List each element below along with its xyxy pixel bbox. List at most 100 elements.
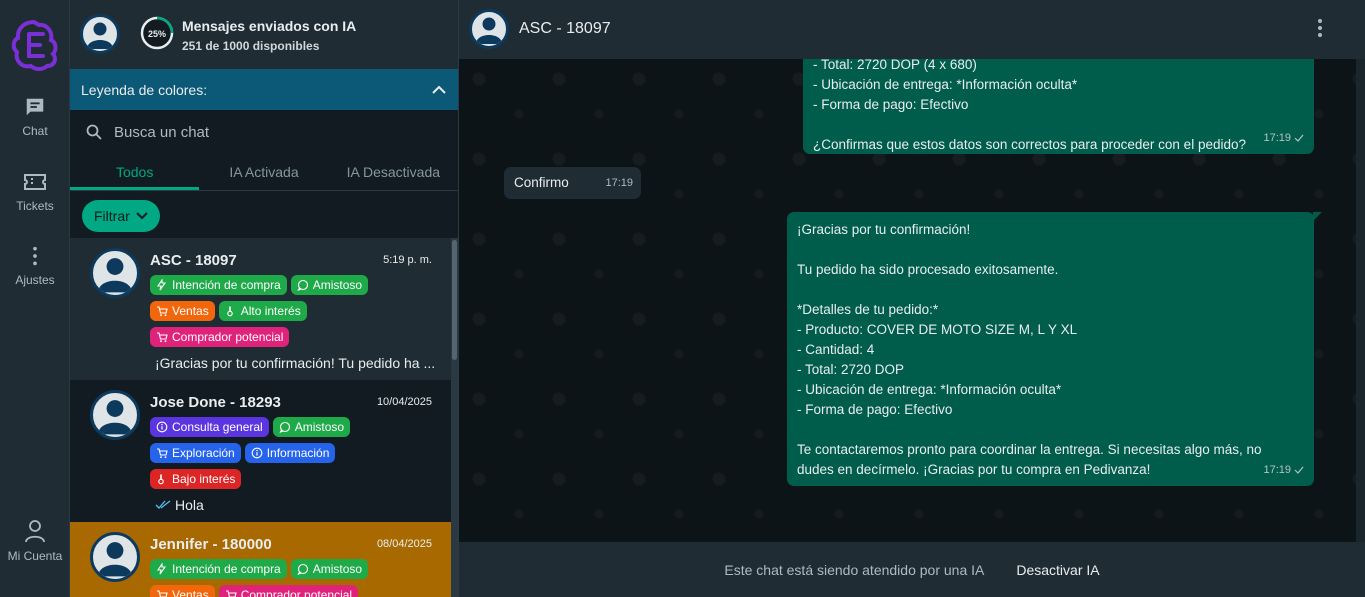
chat-bubble-icon (297, 563, 308, 575)
status-badge: Comprador potencial (218, 585, 359, 597)
chat-preview-text: Hola (175, 497, 204, 513)
conversation-header: ASC - 18097 (459, 0, 1365, 59)
status-badge: Comprador potencial (150, 327, 290, 347)
status-badge: Exploración (150, 443, 241, 463)
bubble-tail (1313, 212, 1322, 221)
search-icon (86, 124, 102, 140)
nav-tickets[interactable]: Tickets (0, 171, 70, 213)
message-bubble-2: ¡Gracias por tu confirmación! Tu pedido h… (787, 212, 1322, 486)
tag-label: Comprador potencial (172, 330, 284, 344)
message-bubble-0: - Total: 2720 DOP (4 x 680) - Ubicación d… (803, 59, 1314, 154)
tag-label: Intención de compra (172, 278, 281, 292)
thermometer-icon (226, 306, 233, 317)
info-icon (156, 421, 168, 433)
chat-name: Jennifer - 180000 (150, 536, 272, 553)
message-line (797, 240, 1304, 260)
double-check-icon (155, 500, 171, 509)
tag-label: Amistoso (312, 278, 363, 292)
tag-row: Exploración Información (150, 443, 336, 463)
message-time: 17:19 (605, 177, 633, 189)
cart-icon (157, 332, 168, 343)
chat-time: 08/04/2025 (376, 538, 432, 550)
status-badge: Intención de compra (150, 559, 287, 579)
legend-label: Leyenda de colores: (81, 81, 208, 98)
tag-row: Comprador potencial (150, 327, 290, 347)
status-badge: Bajo interés (150, 469, 242, 489)
tab-todos[interactable]: Todos (70, 154, 200, 190)
user-avatar-icon (98, 258, 132, 293)
message-area[interactable]: - Total: 2720 DOP (4 x 680) - Ubicación d… (459, 59, 1365, 542)
tab-ia-activada[interactable]: IA Activada (199, 154, 328, 190)
message-text: Confirmo (514, 175, 569, 190)
user-avatar[interactable] (80, 14, 120, 54)
contact-avatar[interactable] (469, 9, 509, 49)
tag-row: Intención de compra Amistoso (150, 559, 369, 579)
status-badge: Información (244, 443, 336, 463)
info-icon (251, 447, 263, 459)
conversation-title: ASC - 18097 (519, 20, 611, 37)
color-legend-toggle[interactable]: Leyenda de colores: (70, 69, 458, 110)
search-input[interactable]: Busca un chat (114, 124, 209, 141)
thermometer-icon (158, 474, 164, 485)
message-line (813, 115, 1304, 135)
message-line: - Forma de pago: Efectivo (813, 97, 969, 112)
bolt-icon (156, 563, 167, 575)
usage-title: Mensajes enviados con IA (182, 18, 357, 34)
message-line: - Forma de pago: Efectivo (797, 402, 953, 417)
user-avatar-icon (98, 400, 132, 435)
nav-tickets-label: Tickets (16, 199, 54, 213)
tag-label: Ventas (172, 588, 209, 597)
nav-chat[interactable]: Chat (0, 96, 70, 138)
cart-icon (157, 448, 168, 459)
message-bubble-1: Confirmo 17:19 (504, 167, 641, 199)
list-header: 25% Mensajes enviados con IA 251 de 1000… (70, 0, 458, 69)
status-badge: Ventas (150, 585, 215, 597)
chat-name: ASC - 18097 (150, 252, 237, 269)
conversation-panel: ASC - 18097 - Total: 2720 DOP (4 x 680) -… (459, 0, 1365, 597)
filter-button-label: Filtrar (94, 208, 130, 224)
tag-label: Comprador potencial (240, 588, 353, 597)
message-line: - Total: 2720 DOP (4 x 680) (813, 59, 977, 72)
message-line: - Producto: COVER DE MOTO SIZE M, L Y XL (797, 322, 1078, 337)
message-time: 17:19 (1263, 464, 1291, 476)
chat-preview: ¡Gracias por tu confirmación! Tu pedido … (155, 355, 435, 371)
tag-label: Amistoso (312, 562, 363, 576)
tag-row: Ventas Comprador potencial (150, 585, 359, 597)
nav-settings-label: Ajustes (15, 273, 55, 287)
message-line: *Detalles de tu pedido:* (797, 302, 939, 317)
chat-row-1[interactable]: Jose Done - 18293 10/04/2025 Consulta gene… (70, 380, 452, 522)
deactivate-ai-button[interactable]: Desactivar IA (1016, 562, 1099, 578)
chat-row-2[interactable]: Jennifer - 180000 08/04/2025 Intención de … (70, 522, 452, 597)
status-badge: Amistoso (272, 417, 351, 437)
ticket-icon (24, 174, 46, 190)
chat-avatar (90, 532, 140, 582)
check-icon (1294, 134, 1304, 142)
conversation-menu-icon[interactable] (1317, 18, 1323, 38)
filter-button[interactable]: Filtrar (82, 200, 160, 232)
nav-account[interactable]: Mi Cuenta (0, 519, 70, 563)
message-meta: 17:19 (1263, 460, 1304, 480)
usage-percent-label: 25% (148, 29, 166, 39)
message-line: - Ubicación de entrega: *Información ocu… (813, 77, 1078, 92)
nav-settings[interactable]: Ajustes (0, 245, 70, 287)
tag-row: Bajo interés (150, 469, 242, 489)
search-bar[interactable]: Busca un chat (70, 110, 458, 154)
chat-row-0[interactable]: ASC - 18097 5:19 p. m. Intención de compra… (70, 238, 452, 380)
chat-list-scroll-thumb[interactable] (452, 240, 457, 360)
user-avatar-icon (87, 22, 113, 49)
chat-avatar (90, 248, 140, 298)
nav-account-label: Mi Cuenta (7, 549, 63, 563)
chat-bubble-icon (279, 421, 290, 433)
filter-row: Filtrar (70, 191, 458, 240)
chat-preview-text: ¡Gracias por tu confirmación! Tu pedido … (155, 355, 435, 371)
tag-label: Información (266, 446, 330, 460)
message-line: Tu pedido ha sido procesado exitosamente… (797, 262, 1059, 277)
tag-label: Amistoso (294, 420, 345, 434)
message-scrollbar[interactable] (1356, 59, 1365, 542)
chat-bubble-icon (297, 279, 308, 291)
tag-row: Ventas Alto interés (150, 301, 307, 321)
more-vertical-icon (33, 246, 37, 266)
chat-time: 5:19 p. m. (383, 254, 432, 266)
tab-ia-desactivada[interactable]: IA Desactivada (329, 154, 458, 190)
app-logo-icon[interactable] (9, 16, 59, 72)
